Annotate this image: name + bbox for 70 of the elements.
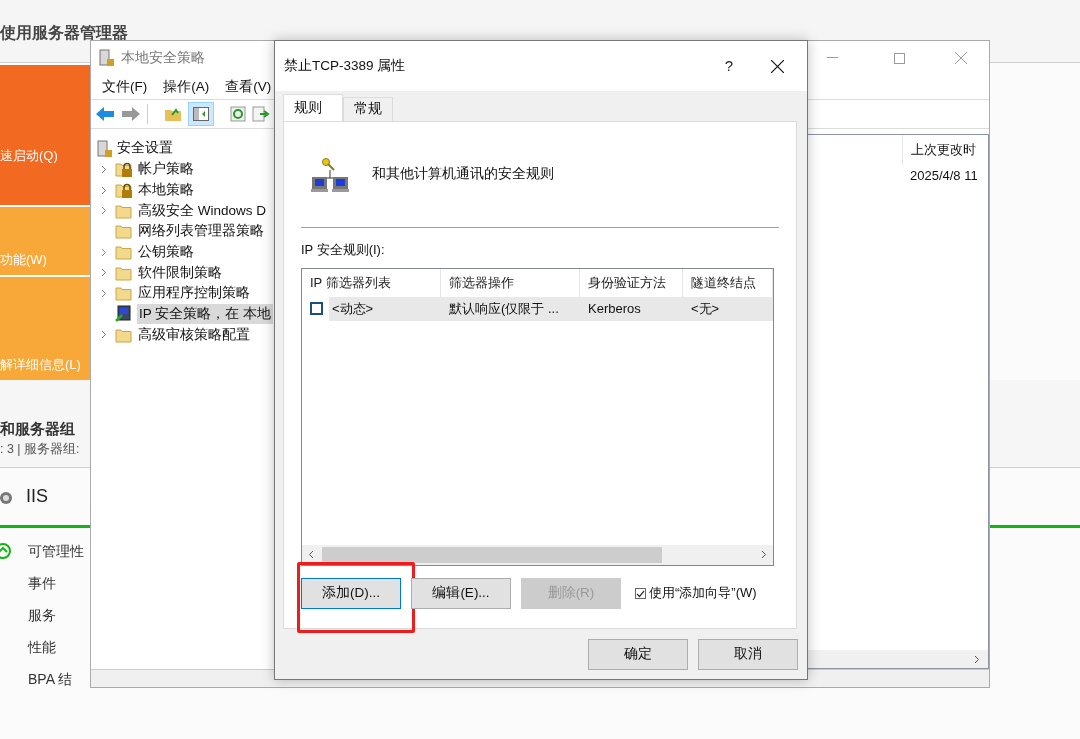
table-cell: 默认响应(仅限于 ...	[441, 296, 580, 321]
menu-item[interactable]: 文件(F)	[94, 76, 156, 98]
menu-item[interactable]: 操作(A)	[155, 76, 218, 98]
back-arrow-icon[interactable]	[95, 106, 115, 122]
maximize-icon[interactable]	[894, 52, 905, 64]
description-text: 和其他计算机通讯的安全规则	[372, 165, 554, 184]
tree-item[interactable]: 应用程序控制策略	[136, 283, 252, 304]
dialog-title: 禁止TCP-3389 属性	[284, 56, 406, 75]
role-item[interactable]: BPA 结	[28, 668, 73, 690]
expand-chevron-icon[interactable]	[101, 247, 107, 257]
checkbox-label[interactable]: 使用“添加向导”(W)	[649, 583, 757, 603]
up-folder-icon[interactable]	[164, 106, 182, 122]
window-title: 本地安全策略	[121, 48, 205, 67]
expand-chevron-icon[interactable]	[101, 206, 107, 216]
section-title: 和服务器组	[0, 419, 75, 439]
expand-chevron-icon[interactable]	[101, 268, 107, 278]
tab[interactable]: 规则	[283, 94, 343, 121]
page-heading: 使用服务器管理器	[0, 23, 128, 43]
scroll-right-icon[interactable]	[761, 550, 767, 559]
tree-item[interactable]: 公钥策略	[136, 241, 196, 263]
column-header[interactable]: IP 筛选器列表	[310, 272, 391, 293]
dialog-button[interactable]: 取消	[698, 639, 798, 670]
table-cell: Kerberos	[580, 296, 683, 321]
tree-item[interactable]: 帐户策略	[136, 159, 196, 180]
tree-item[interactable]: IP 安全策略，在 本地	[137, 304, 273, 325]
expand-chevron-icon[interactable]	[101, 330, 107, 340]
expand-chevron-icon[interactable]	[101, 185, 107, 195]
expand-chevron-icon[interactable]	[101, 288, 107, 298]
checkbox[interactable]	[635, 587, 646, 599]
tab[interactable]: 常规	[343, 97, 393, 121]
window-app-icon	[99, 49, 115, 67]
minimize-icon[interactable]	[827, 57, 838, 59]
section-subtitle: : 3 | 服务器组:	[0, 441, 80, 459]
refresh-icon[interactable]	[230, 106, 246, 122]
network-key-icon	[310, 155, 350, 194]
horizontal-scrollbar[interactable]	[302, 544, 773, 565]
table-cell-text: 2025/4/8 11	[910, 167, 978, 186]
checkbox[interactable]	[310, 302, 323, 315]
dialog-button[interactable]: 编辑(E)...	[411, 577, 511, 609]
table-cell: <动态>	[329, 296, 441, 321]
export-icon[interactable]	[252, 106, 270, 122]
forward-arrow-icon[interactable]	[121, 106, 141, 122]
expand-chevron-icon[interactable]	[101, 164, 107, 174]
dialog-button[interactable]: 确定	[588, 639, 688, 670]
tree-item[interactable]: 网络列表管理器策略	[136, 221, 266, 242]
tree-item[interactable]: 软件限制策略	[136, 262, 224, 283]
table-cell: <无>	[683, 296, 773, 321]
tree-item[interactable]: 高级审核策略配置	[136, 324, 252, 345]
tree-toggle-icon[interactable]	[188, 102, 214, 126]
role-name: IIS	[26, 485, 48, 508]
server-lock-icon	[97, 139, 113, 158]
status-ok-icon	[0, 542, 12, 560]
column-header[interactable]: 身份验证方法	[588, 272, 666, 293]
role-item[interactable]: 性能	[28, 636, 56, 658]
role-item[interactable]: 可管理性	[28, 540, 84, 562]
help-button[interactable]: ?	[724, 54, 733, 78]
role-item[interactable]: 服务	[28, 604, 56, 626]
column-header[interactable]: 隧道终结点	[691, 272, 756, 293]
tree-item[interactable]: 安全设置	[117, 138, 173, 159]
scroll-left-icon[interactable]	[308, 550, 314, 559]
list-label: IP 安全规则(I):	[301, 241, 385, 259]
close-icon[interactable]	[771, 59, 784, 73]
column-header[interactable]: 筛选器操作	[449, 272, 514, 293]
computer-icon	[115, 305, 133, 324]
dialog-button[interactable]: 添加(D)...	[301, 577, 401, 609]
column-header[interactable]: 上次更改时	[911, 140, 976, 160]
scroll-right-icon[interactable]	[974, 654, 980, 664]
role-item[interactable]: 事件	[28, 572, 56, 594]
tree-item[interactable]: 高级安全 Windows D	[136, 200, 268, 221]
tree-item[interactable]: 本地策略	[136, 179, 196, 201]
